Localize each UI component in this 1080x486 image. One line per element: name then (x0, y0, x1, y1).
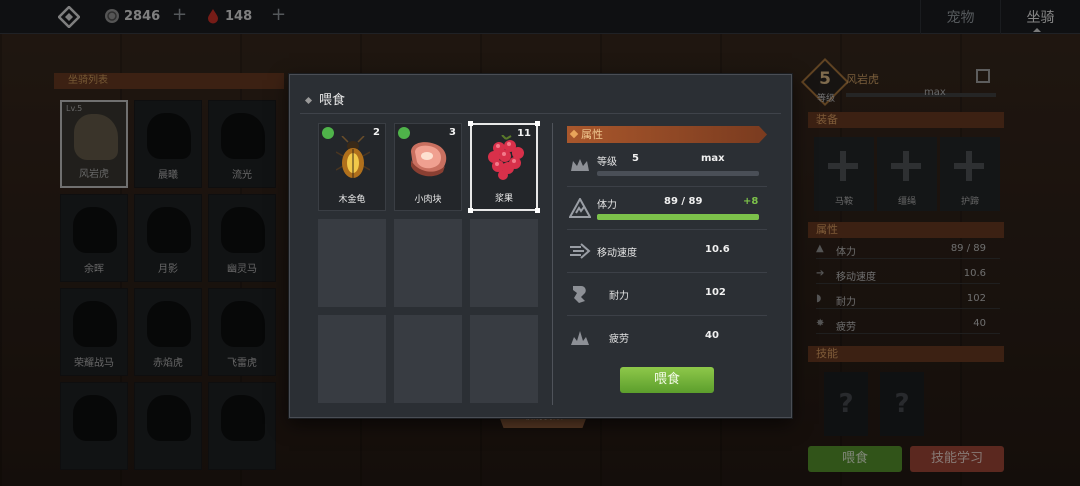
selection-corner (468, 208, 473, 213)
item-name: 木金龟 (338, 195, 366, 205)
attr-value: 40 (705, 330, 719, 341)
item-count: 2 (373, 127, 380, 138)
attr-bonus: +8 (743, 196, 759, 207)
empty-food-slot (394, 315, 462, 403)
fatigue-icon (571, 331, 589, 345)
empty-food-slot (470, 219, 538, 307)
attr-row-stamina: 体力 89 / 89 +8 (567, 188, 767, 230)
diamond-bullet-icon (304, 96, 313, 105)
empty-food-slot (394, 219, 462, 307)
level-progress-bar (597, 171, 759, 176)
stamina-bar-track (597, 214, 759, 220)
empty-food-slot (318, 315, 386, 403)
dialog-title-text: 喂食 (319, 93, 346, 108)
attr-name: 体力 (597, 200, 617, 211)
food-slot-berry[interactable]: 11 浆果 (468, 121, 540, 213)
selection-corner (535, 208, 540, 213)
attr-value: 10.6 (705, 244, 730, 255)
attr-row-fatigue: 疲劳 40 (567, 317, 767, 359)
attr-value: 89 / 89 (664, 196, 703, 207)
dialog-title: 喂食 (304, 89, 346, 108)
attr-value: 5 (632, 153, 639, 164)
attr-row-endurance: 耐力 102 (567, 274, 767, 316)
feed-dialog: 喂食 2 木金龟 3 小肉块 11 浆果 属性 等级 5 max 体力 89 /… (289, 74, 792, 418)
selection-corner (468, 121, 473, 126)
attr-row-level: 等级 5 max (567, 145, 767, 187)
happy-face-icon (322, 127, 334, 139)
attr-name: 移动速度 (597, 248, 637, 259)
attr-name: 疲劳 (609, 334, 629, 345)
attr-max: max (701, 153, 725, 164)
food-slot-meat[interactable]: 3 小肉块 (394, 123, 462, 211)
item-count: 3 (449, 127, 456, 138)
attributes-header: 属性 (567, 126, 767, 143)
divider (552, 123, 553, 405)
stamina-bar-fill (597, 214, 759, 220)
attr-name: 耐力 (609, 291, 629, 302)
item-name: 小肉块 (414, 195, 442, 205)
divider (300, 113, 781, 114)
endurance-icon (573, 286, 586, 303)
empty-food-slot (470, 315, 538, 403)
food-slot-beetle[interactable]: 2 木金龟 (318, 123, 386, 211)
beetle-icon (336, 136, 370, 178)
empty-food-slot (318, 219, 386, 307)
selection-corner (535, 121, 540, 126)
attr-name: 等级 (597, 157, 617, 168)
berry-icon (488, 135, 524, 180)
stamina-icon (569, 198, 591, 218)
crown-icon (571, 159, 589, 171)
meat-icon (411, 142, 447, 177)
item-name: 浆果 (494, 194, 513, 204)
attr-value: 102 (705, 287, 726, 298)
speed-icon (570, 243, 591, 259)
feed-button[interactable]: 喂食 (620, 367, 714, 393)
attr-row-speed: 移动速度 10.6 (567, 231, 767, 273)
food-item-grid: 2 木金龟 3 小肉块 11 浆果 (318, 121, 540, 403)
